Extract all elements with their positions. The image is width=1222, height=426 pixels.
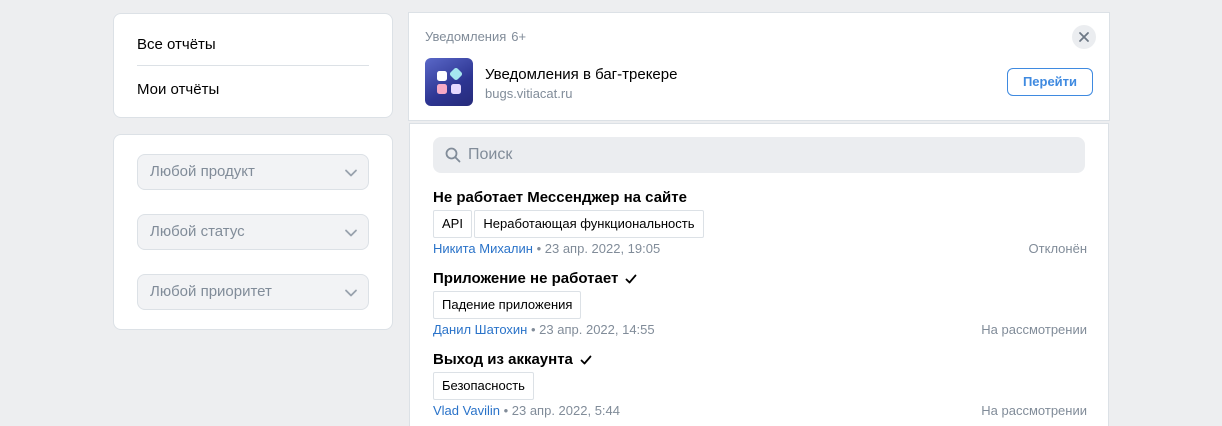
report-meta: Данил Шатохин • 23 апр. 2022, 14:55 На р… <box>433 322 1087 338</box>
report-item[interactable]: Приложение не работает Падение приложени… <box>433 269 1087 338</box>
report-tags: API Неработающая функциональность <box>433 210 1087 238</box>
report-date: • 23 апр. 2022, 14:55 <box>531 322 655 337</box>
chevron-down-icon <box>345 289 357 297</box>
report-tag[interactable]: Неработающая функциональность <box>474 210 704 238</box>
report-meta: Vlad Vavilin • 23 апр. 2022, 5:44 На рас… <box>433 403 1087 419</box>
priority-select-value: Любой приоритет <box>150 283 272 300</box>
product-select[interactable]: Любой продукт <box>137 154 369 190</box>
nav-divider <box>137 65 369 66</box>
check-icon <box>625 274 637 284</box>
report-status: Отклонён <box>1028 241 1087 256</box>
report-tags: Падение приложения <box>433 291 1087 319</box>
notification-count: 6+ <box>511 29 527 44</box>
report-status: На рассмотрении <box>981 403 1087 418</box>
product-select-value: Любой продукт <box>150 163 255 180</box>
report-title-text: Выход из аккаунта <box>433 351 573 368</box>
go-button[interactable]: Перейти <box>1007 68 1093 96</box>
reports-nav: Все отчёты Мои отчёты <box>113 13 393 118</box>
report-meta: Никита Михалин • 23 апр. 2022, 19:05 Отк… <box>433 241 1087 257</box>
notification-title: Уведомления <box>425 29 507 44</box>
report-title[interactable]: Приложение не работает <box>433 269 1087 289</box>
report-date: • 23 апр. 2022, 5:44 <box>503 403 620 418</box>
report-author[interactable]: Vlad Vavilin <box>433 403 500 418</box>
notification-header: Уведомления 6+ <box>425 29 526 44</box>
report-item[interactable]: Выход из аккаунта Безопасность Vlad Vavi… <box>433 350 1087 419</box>
check-icon <box>580 355 592 365</box>
nav-all-reports[interactable]: Все отчёты <box>137 36 216 53</box>
report-author[interactable]: Никита Михалин <box>433 241 533 256</box>
report-item[interactable]: Не работает Мессенджер на сайте API Нера… <box>433 188 1087 257</box>
report-title[interactable]: Не работает Мессенджер на сайте <box>433 188 1087 208</box>
filters-panel: Любой продукт Любой статус Любой приорит… <box>113 134 393 330</box>
report-tag[interactable]: Безопасность <box>433 372 534 400</box>
report-title-text: Приложение не работает <box>433 270 619 287</box>
app-url: bugs.vitiacat.ru <box>485 86 573 101</box>
chevron-down-icon <box>345 169 357 177</box>
report-tag[interactable]: API <box>433 210 472 238</box>
search-bar[interactable] <box>433 137 1085 173</box>
page: Все отчёты Мои отчёты Любой продукт Любо… <box>0 0 1222 426</box>
reports-list: Не работает Мессенджер на сайте API Нера… <box>409 123 1109 426</box>
priority-select[interactable]: Любой приоритет <box>137 274 369 310</box>
search-input[interactable] <box>468 137 1068 173</box>
close-icon <box>1079 32 1089 42</box>
close-button[interactable] <box>1072 25 1096 49</box>
status-select-value: Любой статус <box>150 223 245 240</box>
report-tags: Безопасность <box>433 372 1087 400</box>
report-tag[interactable]: Падение приложения <box>433 291 582 319</box>
search-icon <box>445 147 461 163</box>
report-status: На рассмотрении <box>981 322 1087 337</box>
status-select[interactable]: Любой статус <box>137 214 369 250</box>
app-title[interactable]: Уведомления в баг-трекере <box>485 66 677 83</box>
report-author[interactable]: Данил Шатохин <box>433 322 527 337</box>
notification-card: Уведомления 6+ Уведомления в баг-трекере … <box>408 12 1110 121</box>
app-icon[interactable] <box>425 58 473 106</box>
report-date: • 23 апр. 2022, 19:05 <box>536 241 661 256</box>
report-title-text: Не работает Мессенджер на сайте <box>433 189 687 206</box>
nav-my-reports[interactable]: Мои отчёты <box>137 81 219 98</box>
chevron-down-icon <box>345 229 357 237</box>
report-title[interactable]: Выход из аккаунта <box>433 350 1087 370</box>
